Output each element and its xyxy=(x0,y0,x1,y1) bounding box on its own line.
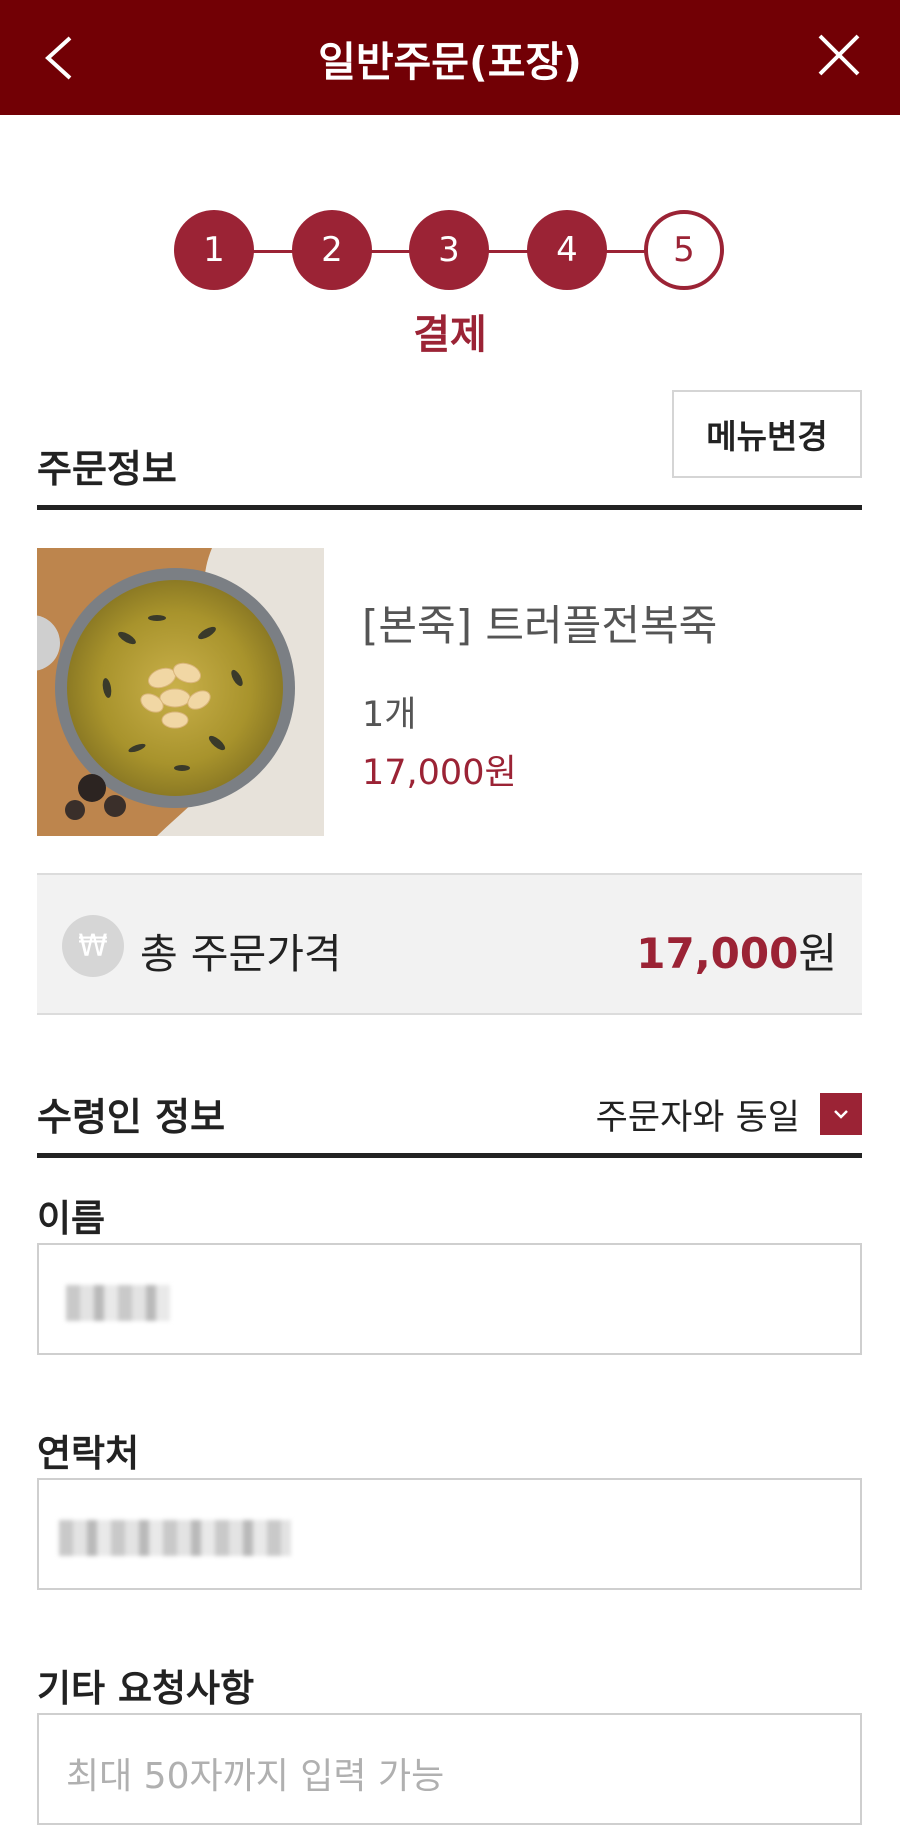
contact-field[interactable] xyxy=(37,1478,862,1590)
same-as-orderer-option[interactable]: 주문자와 동일 xyxy=(596,1092,862,1138)
total-price-box: ₩ 총 주문가격 17,000원 xyxy=(37,873,862,1015)
name-label: 이름 xyxy=(37,1197,106,1240)
step-5-current: 5 xyxy=(644,210,724,290)
step-3: 3 xyxy=(409,210,489,290)
close-icon[interactable] xyxy=(814,30,864,80)
total-price-number: 17,000 xyxy=(636,929,799,978)
product-item: [본죽] 트러플전복죽 1개 17,000원 xyxy=(37,548,862,836)
change-menu-button[interactable]: 메뉴변경 xyxy=(672,390,862,478)
total-price-amount: 17,000원 xyxy=(636,920,837,981)
step-1: 1 xyxy=(174,210,254,290)
name-value-redacted xyxy=(66,1285,170,1321)
request-label: 기타 요청사항 xyxy=(37,1667,255,1710)
step-4: 4 xyxy=(527,210,607,290)
product-price: 17,000원 xyxy=(362,753,517,793)
order-stepper: 1 2 3 4 5 xyxy=(0,210,900,292)
check-icon xyxy=(834,1110,848,1119)
recipient-info-title: 수령인 정보 xyxy=(37,1095,226,1139)
same-as-orderer-label: 주문자와 동일 xyxy=(595,1097,800,1138)
contact-label: 연락처 xyxy=(37,1432,140,1475)
current-step-label: 결제 xyxy=(413,312,487,358)
total-price-unit: 원 xyxy=(798,929,837,978)
step-2: 2 xyxy=(292,210,372,290)
total-price-label: 총 주문가격 xyxy=(140,930,342,978)
name-field[interactable] xyxy=(37,1243,862,1355)
won-icon: ₩ xyxy=(62,915,124,977)
back-arrow-icon[interactable] xyxy=(40,30,90,86)
page-title: 일반주문(포장) xyxy=(318,37,582,86)
same-as-orderer-checkbox[interactable] xyxy=(820,1093,862,1135)
order-info-title: 주문정보 xyxy=(37,447,177,491)
request-placeholder: 최대 50자까지 입력 가능 xyxy=(66,1756,445,1797)
contact-value-redacted xyxy=(59,1520,291,1556)
product-image xyxy=(37,548,324,836)
app-header: 일반주문(포장) xyxy=(0,0,900,115)
request-field[interactable]: 최대 50자까지 입력 가능 xyxy=(37,1713,862,1825)
product-quantity: 1개 xyxy=(362,695,417,735)
product-name: [본죽] 트러플전복죽 xyxy=(362,601,718,650)
